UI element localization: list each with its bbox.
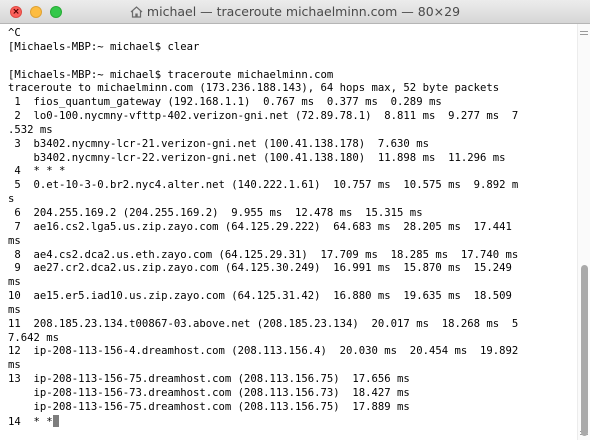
terminal-window: × michael — traceroute michaelminn.com —…: [0, 0, 590, 440]
terminal-line: 3 b3402.nycmny-lcr-21.verizon-gni.net (1…: [8, 137, 429, 150]
terminal-line: 1 fios_quantum_gateway (192.168.1.1) 0.7…: [8, 96, 442, 109]
terminal-line: 8 ae4.cs2.dca2.us.eth.zayo.com (64.125.2…: [8, 248, 519, 261]
terminal-line: 12 ip-208-113-156-4.dreamhost.com (208.1…: [8, 345, 519, 358]
terminal-line: ms: [8, 234, 21, 247]
terminal-line: [Michaels-MBP:~ michael$ traceroute mich…: [8, 68, 334, 81]
window-title-area: michael — traceroute michaelminn.com — 8…: [0, 0, 590, 24]
terminal-line: ms: [8, 359, 21, 372]
terminal-line: ^C: [8, 27, 21, 39]
terminal-line: 14 * *: [8, 414, 577, 429]
text-cursor: [52, 414, 60, 427]
terminal-output[interactable]: ^C [Michaels-MBP:~ michael$ clear [Michael…: [0, 24, 577, 440]
home-folder-icon: [130, 6, 143, 18]
title-bar[interactable]: × michael — traceroute michaelminn.com —…: [0, 0, 590, 24]
terminal-line: ip-208-113-156-75.dreamhost.com (208.113…: [8, 400, 410, 413]
terminal-line: ip-208-113-156-73.dreamhost.com (208.113…: [8, 386, 410, 399]
terminal-line: s: [8, 193, 15, 206]
terminal-line: ms: [8, 303, 21, 316]
terminal-line: 9 ae27.cr2.dca2.us.zip.zayo.com (64.125.…: [8, 262, 512, 275]
terminal-line: 7.642 ms: [8, 331, 60, 344]
top-marks-icon: [580, 31, 588, 38]
terminal-line: .532 ms: [8, 123, 53, 136]
terminal-line: 10 ae15.er5.iad10.us.zip.zayo.com (64.12…: [8, 290, 512, 303]
terminal-line: 6 204.255.169.2 (204.255.169.2) 9.955 ms…: [8, 206, 423, 219]
terminal-line: 4 * * *: [8, 165, 66, 178]
scrollbar-thumb[interactable]: [581, 264, 588, 436]
terminal-line: 5 0.et-10-3-0.br2.nyc4.alter.net (140.22…: [8, 179, 519, 192]
terminal-line: [Michaels-MBP:~ michael$ clear: [8, 40, 200, 53]
terminal-line: ms: [8, 276, 21, 289]
window-title: michael — traceroute michaelminn.com — 8…: [146, 4, 461, 19]
terminal-line: 2 lo0-100.nycmny-vfttp-402.verizon-gni.n…: [8, 110, 519, 123]
terminal-line: 13 ip-208-113-156-75.dreamhost.com (208.…: [8, 373, 410, 386]
terminal-line: traceroute to michaelminn.com (173.236.1…: [8, 82, 500, 95]
terminal-lines: ^C [Michaels-MBP:~ michael$ clear [Michael…: [0, 24, 577, 428]
terminal-line: 7 ae16.cs2.lga5.us.zip.zayo.com (64.125.…: [8, 220, 512, 233]
scrollbar-track[interactable]: [577, 24, 590, 440]
terminal-line: 11 208.185.23.134.t00867-03.above.net (2…: [8, 317, 519, 330]
terminal-line: b3402.nycmny-lcr-22.verizon-gni.net (100…: [8, 151, 506, 164]
